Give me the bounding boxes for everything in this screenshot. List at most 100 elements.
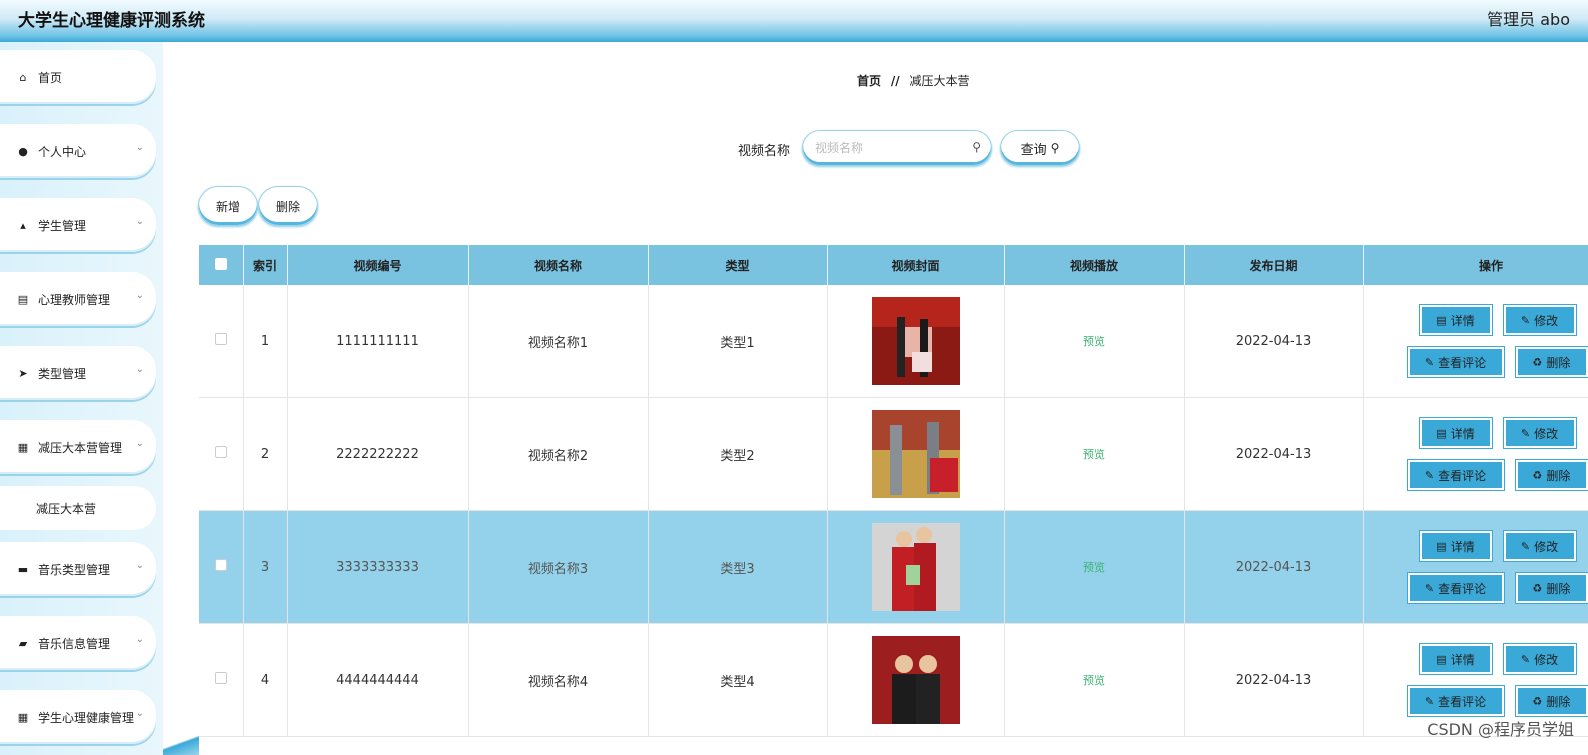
comments-button[interactable]: ✎ 查看评论: [1407, 460, 1504, 490]
search-label: 视频名称: [738, 144, 791, 159]
chevron-down-icon: ⌄: [135, 634, 144, 645]
sidebar-item[interactable]: ⌂ 首页: [0, 50, 156, 104]
remove-button[interactable]: ♻ 删除: [1515, 686, 1588, 716]
detail-button[interactable]: ▤ 详情: [1419, 644, 1492, 674]
cover-image[interactable]: [871, 297, 960, 385]
search-field[interactable]: ⚲: [802, 130, 992, 166]
search-input[interactable]: [815, 139, 965, 157]
row-checkbox[interactable]: [214, 559, 227, 571]
cell-cover: [827, 285, 1005, 398]
select-cell: [199, 510, 244, 624]
detail-button[interactable]: ▤ 详情: [1419, 305, 1492, 335]
sidebar-item[interactable]: ▤ 心理教师管理 ⌄: [0, 272, 156, 326]
trash-icon: ♻: [1532, 355, 1543, 369]
edit-button[interactable]: ✎ 修改: [1503, 305, 1576, 335]
preview-link[interactable]: 预览: [1083, 448, 1105, 461]
comments-button[interactable]: ✎ 查看评论: [1407, 347, 1504, 377]
remove-button-label: 删除: [1546, 468, 1571, 483]
chevron-down-icon: ⌄: [135, 438, 144, 449]
detail-button[interactable]: ▤ 详情: [1419, 418, 1492, 448]
home-icon: ⌂: [19, 70, 27, 84]
preview-link[interactable]: 预览: [1083, 674, 1105, 687]
comments-button-label: 查看评论: [1438, 581, 1487, 596]
row-checkbox[interactable]: [214, 333, 227, 345]
select-cell: [199, 397, 244, 511]
detail-button-label: 详情: [1450, 313, 1475, 328]
sidebar-item[interactable]: ▦ 减压大本营管理 ⌄: [0, 420, 156, 474]
edit-button[interactable]: ✎ 修改: [1503, 531, 1576, 561]
query-button-label: 查询: [1020, 142, 1047, 158]
sidebar-item[interactable]: ● 个人中心 ⌄: [0, 124, 156, 178]
trash-icon: ♻: [1532, 694, 1543, 708]
edit-icon: ✎: [1520, 539, 1531, 553]
sidebar-item[interactable]: ▦ 学生心理健康管理 ⌄: [0, 690, 156, 744]
edit-button[interactable]: ✎ 修改: [1503, 418, 1576, 448]
cell-cover: [827, 623, 1005, 737]
add-button[interactable]: 新增: [198, 186, 258, 226]
sidebar-item-label: 音乐类型管理: [38, 562, 111, 577]
row-checkbox[interactable]: [214, 446, 227, 458]
cell-index: 1: [243, 285, 288, 398]
sidebar-item-label: 类型管理: [38, 366, 87, 381]
submenu-item[interactable]: 减压大本营: [0, 486, 156, 530]
remove-button[interactable]: ♻ 删除: [1515, 347, 1588, 377]
table-header-row: 索引 视频编号 视频名称 类型 视频封面 视频播放 发布日期 操作: [199, 245, 1588, 285]
edit-icon: ✎: [1424, 355, 1435, 369]
cell-type: 类型2: [648, 397, 828, 511]
cell-code: 1111111111: [287, 285, 469, 398]
column-header: 视频播放: [1004, 245, 1185, 285]
row-checkbox[interactable]: [214, 672, 227, 684]
column-header: 索引: [243, 245, 288, 285]
sidebar-item[interactable]: ▬ 音乐类型管理 ⌄: [0, 542, 156, 596]
sidebar-item-label: 个人中心: [38, 144, 87, 159]
table-row[interactable]: 3 3333333333 视频名称3 类型3 预览 2022-04-13 ▤ 详情 ✎ 修改 ✎ 查看…: [199, 510, 1588, 624]
sidebar-item-label: 心理教师管理: [38, 292, 111, 307]
delete-button[interactable]: 删除: [258, 186, 318, 226]
sidebar-item-label: 学生管理: [38, 218, 87, 233]
edit-button-label: 修改: [1534, 539, 1559, 554]
cell-play: 预览: [1004, 510, 1185, 624]
sidebar-item[interactable]: ▰ 音乐信息管理 ⌄: [0, 616, 156, 670]
remove-button-label: 删除: [1546, 355, 1571, 370]
cell-index: 4: [243, 623, 288, 737]
watermark: CSDN @程序员学姐: [1427, 720, 1574, 739]
cover-image[interactable]: [871, 410, 960, 498]
remove-button[interactable]: ♻ 删除: [1515, 573, 1588, 603]
edit-button[interactable]: ✎ 修改: [1503, 644, 1576, 674]
preview-link[interactable]: 预览: [1083, 335, 1105, 348]
breadcrumb-separator: //: [890, 74, 900, 88]
detail-button-label: 详情: [1450, 539, 1475, 554]
ticket-icon: ▰: [18, 636, 28, 650]
remove-button[interactable]: ♻ 删除: [1515, 460, 1588, 490]
edit-icon: ✎: [1424, 694, 1435, 708]
comments-button[interactable]: ✎ 查看评论: [1407, 686, 1504, 716]
table-row[interactable]: 1 1111111111 视频名称1 类型1 预览 2022-04-13 ▤ 详情 ✎ 修改 ✎ 查看…: [199, 285, 1588, 398]
comments-button[interactable]: ✎ 查看评论: [1407, 573, 1504, 603]
chevron-down-icon: ⌄: [135, 142, 144, 153]
edit-icon: ✎: [1424, 581, 1435, 595]
add-button-label: 新增: [215, 199, 240, 214]
select-cell: [199, 623, 244, 737]
sidebar-item[interactable]: ➤ 类型管理 ⌄: [0, 346, 156, 400]
cell-index: 2: [243, 397, 288, 511]
grid-icon: ▦: [17, 710, 29, 724]
search-icon: ⚲: [972, 140, 981, 154]
table-row[interactable]: 4 4444444444 视频名称4 类型4 预览 2022-04-13 ▤ 详情 ✎ 修改 ✎ 查看…: [199, 623, 1588, 737]
detail-button[interactable]: ▤ 详情: [1419, 531, 1492, 561]
column-header: 发布日期: [1184, 245, 1364, 285]
table-row[interactable]: 2 2222222222 视频名称2 类型2 预览 2022-04-13 ▤ 详情 ✎ 修改 ✎ 查看…: [199, 397, 1588, 511]
query-button[interactable]: 查询 ⚲: [1000, 130, 1080, 166]
cover-image[interactable]: [871, 636, 960, 724]
breadcrumb-home[interactable]: 首页: [857, 74, 881, 88]
column-header: 视频封面: [827, 245, 1005, 285]
cover-image[interactable]: [871, 523, 960, 611]
edit-button-label: 修改: [1534, 313, 1559, 328]
sidebar-item[interactable]: ▴ 学生管理 ⌄: [0, 198, 156, 252]
briefcase-icon: ▬: [17, 562, 29, 576]
edit-icon: ✎: [1424, 468, 1435, 482]
document-icon: ▤: [1436, 652, 1447, 666]
current-user[interactable]: 管理员 abo: [1487, 6, 1570, 30]
select-all-checkbox[interactable]: [214, 257, 227, 270]
clipboard-icon: ▤: [17, 292, 29, 306]
preview-link[interactable]: 预览: [1083, 561, 1105, 574]
